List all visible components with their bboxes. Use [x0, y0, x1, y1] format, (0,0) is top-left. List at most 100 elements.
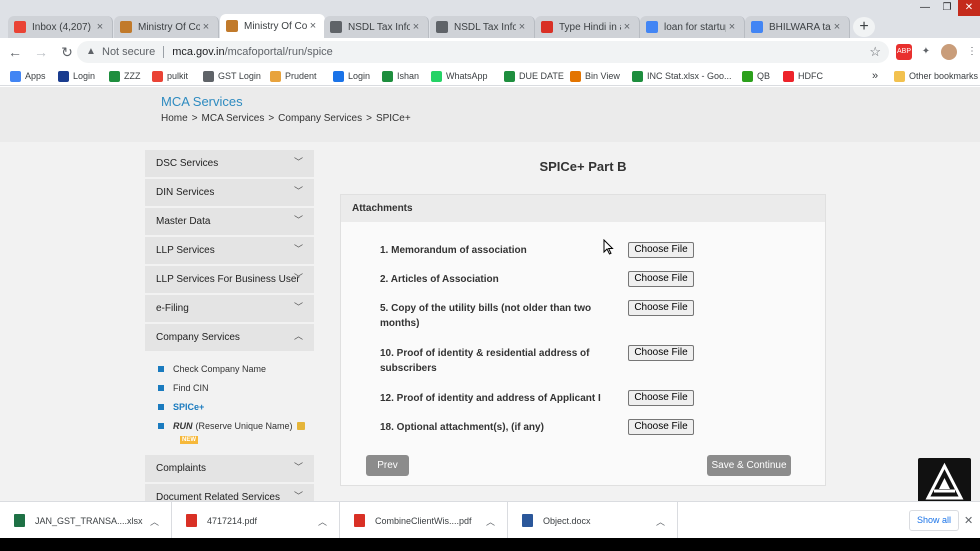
- save-continue-button[interactable]: Save & Continue: [707, 455, 791, 476]
- bookmark-item[interactable]: Apps: [10, 69, 46, 83]
- choose-file-button[interactable]: Choose File: [628, 300, 694, 316]
- download-item[interactable]: 4717214.pdf ︿: [172, 502, 340, 539]
- tab-close-icon[interactable]: ×: [307, 20, 319, 32]
- browser-tab[interactable]: Ministry Of Cor ×: [220, 14, 325, 38]
- bookmark-item[interactable]: GST Login: [203, 69, 261, 83]
- bookmarks-more-icon[interactable]: »: [872, 69, 878, 83]
- tab-close-icon[interactable]: ×: [200, 21, 212, 33]
- browser-tab[interactable]: Type Hindi in a ×: [535, 16, 640, 38]
- browser-toolbar: ← → ↻ ▲ Not secure mca.gov.in /mcafoport…: [0, 38, 980, 66]
- bookmark-item[interactable]: DUE DATE: [504, 69, 564, 83]
- download-item[interactable]: JAN_GST_TRANSA....xlsx ︿: [0, 502, 172, 539]
- chevron-up-icon[interactable]: ︿: [656, 515, 665, 528]
- binview-icon: [570, 70, 581, 82]
- tab-close-icon[interactable]: ×: [621, 21, 633, 33]
- tab-close-icon[interactable]: ×: [94, 21, 106, 33]
- whatsapp-icon: [431, 70, 442, 82]
- bookmark-label: WhatsApp: [446, 71, 488, 81]
- breadcrumb: Home > MCA Services > Company Services > SPICe…: [161, 113, 411, 124]
- download-item[interactable]: Object.docx ︿: [508, 502, 678, 539]
- submenu-item[interactable]: Check Company Name: [158, 359, 314, 378]
- attachment-label: 1. Memorandum of association: [380, 245, 527, 256]
- bookmark-item[interactable]: ZZZ: [109, 69, 141, 83]
- security-status: Not secure: [102, 46, 156, 58]
- breadcrumb-link[interactable]: Home: [161, 113, 188, 124]
- bookmark-item[interactable]: Bin View: [570, 69, 620, 83]
- bookmark-item[interactable]: Prudent: [270, 69, 317, 83]
- show-all-downloads-button[interactable]: Show all: [909, 510, 959, 531]
- reload-button[interactable]: ↻: [56, 41, 78, 63]
- chevron-up-icon[interactable]: ︿: [318, 515, 327, 528]
- breadcrumb-link[interactable]: Company Services: [278, 113, 362, 124]
- other-bookmarks-folder[interactable]: Other bookmarks: [894, 69, 978, 83]
- bookmark-item[interactable]: WhatsApp: [431, 69, 488, 83]
- tab-close-icon[interactable]: ×: [410, 21, 422, 33]
- chevron-down-icon: ﹀: [294, 491, 304, 501]
- maximize-button[interactable]: ❐: [936, 0, 958, 16]
- submenu-item[interactable]: SPICe+: [158, 397, 314, 416]
- tab-close-icon[interactable]: ×: [831, 21, 843, 33]
- adblock-extension-icon[interactable]: ABP: [896, 44, 912, 60]
- minimize-button[interactable]: —: [914, 0, 936, 16]
- profile-avatar[interactable]: [941, 44, 957, 60]
- back-button[interactable]: ←: [4, 41, 26, 63]
- sidebar-item[interactable]: LLP Services For Business User ﹀: [145, 266, 314, 293]
- choose-file-button[interactable]: Choose File: [628, 390, 694, 406]
- chevron-up-icon[interactable]: ︿: [486, 515, 495, 528]
- sidebar-item-label: LLP Services: [156, 245, 215, 256]
- download-item[interactable]: CombineClientWis....pdf ︿: [340, 502, 508, 539]
- sidebar-item[interactable]: DSC Services ﹀: [145, 150, 314, 177]
- sidebar-item[interactable]: Document Related Services ﹀: [145, 484, 314, 501]
- choose-file-button[interactable]: Choose File: [628, 271, 694, 287]
- sidebar-item[interactable]: Complaints ﹀: [145, 455, 314, 482]
- browser-tab[interactable]: Ministry Of Cor ×: [114, 16, 219, 38]
- browser-tab[interactable]: BHILWARA tax ×: [745, 16, 850, 38]
- address-bar[interactable]: ▲ Not secure mca.gov.in /mcafoportal/run…: [77, 41, 889, 63]
- sidebar-item[interactable]: DIN Services ﹀: [145, 179, 314, 206]
- mca-services-title[interactable]: MCA Services: [161, 94, 243, 109]
- prev-button[interactable]: Prev: [366, 455, 409, 476]
- close-shelf-icon[interactable]: ✕: [964, 514, 973, 527]
- bookmark-item[interactable]: Ishan: [382, 69, 419, 83]
- tab-strip: + — ❐ ✕ Inbox (4,207) - × Ministry Of Cor ×…: [0, 0, 980, 38]
- other-bookmarks-label: Other bookmarks: [909, 71, 979, 81]
- submenu-item[interactable]: RUN (Reserve Unique Name): [158, 416, 314, 435]
- sidebar-item[interactable]: Company Services ︿: [145, 324, 314, 351]
- bookmark-star-icon[interactable]: ☆: [869, 44, 881, 60]
- warning-icon[interactable]: ▲: [85, 46, 97, 58]
- browser-tab[interactable]: NSDL Tax Infor ×: [324, 16, 429, 38]
- run-logo: RUN: [173, 420, 193, 431]
- forward-button[interactable]: →: [30, 41, 52, 63]
- bookmark-item[interactable]: Login: [58, 69, 95, 83]
- sidebar-item[interactable]: e-Filing ﹀: [145, 295, 314, 322]
- bookmark-label: QB: [757, 71, 771, 81]
- close-window-button[interactable]: ✕: [958, 0, 980, 16]
- sidebar-item[interactable]: Master Data ﹀: [145, 208, 314, 235]
- bookmark-label: ZZZ: [124, 71, 141, 81]
- tab-title: loan for startup: [664, 21, 726, 33]
- extensions-puzzle-icon[interactable]: ✦: [918, 44, 934, 60]
- new-tab-button[interactable]: +: [853, 17, 875, 37]
- browser-tab[interactable]: loan for startup ×: [640, 16, 745, 38]
- bookmark-item[interactable]: Login: [333, 69, 370, 83]
- bookmark-label: Login: [348, 71, 371, 81]
- sidebar: DSC Services ﹀ DIN Services ﹀ Master Data ﹀ LL…: [145, 150, 314, 501]
- choose-file-button[interactable]: Choose File: [628, 345, 694, 361]
- submenu-item[interactable]: Find CIN: [158, 378, 314, 397]
- browser-tab[interactable]: NSDL Tax Infor ×: [430, 16, 535, 38]
- browser-tab[interactable]: Inbox (4,207) - ×: [8, 16, 113, 38]
- menu-kebab-icon[interactable]: ⋮: [964, 44, 980, 60]
- tab-close-icon[interactable]: ×: [726, 21, 738, 33]
- chevron-up-icon[interactable]: ︿: [150, 515, 159, 528]
- bookmark-item[interactable]: INC Stat.xlsx - Goo...: [632, 69, 732, 83]
- tab-close-icon[interactable]: ×: [516, 21, 528, 33]
- bookmark-item[interactable]: pulkit: [152, 69, 188, 83]
- bookmark-item[interactable]: QB: [742, 69, 770, 83]
- choose-file-button[interactable]: Choose File: [628, 242, 694, 258]
- breadcrumb-link[interactable]: MCA Services: [202, 113, 265, 124]
- choose-file-button[interactable]: Choose File: [628, 419, 694, 435]
- breadcrumb-link[interactable]: SPICe+: [376, 113, 411, 124]
- bookmark-item[interactable]: HDFC: [783, 69, 823, 83]
- sidebar-item[interactable]: LLP Services ﹀: [145, 237, 314, 264]
- mouse-cursor-icon: [603, 239, 614, 255]
